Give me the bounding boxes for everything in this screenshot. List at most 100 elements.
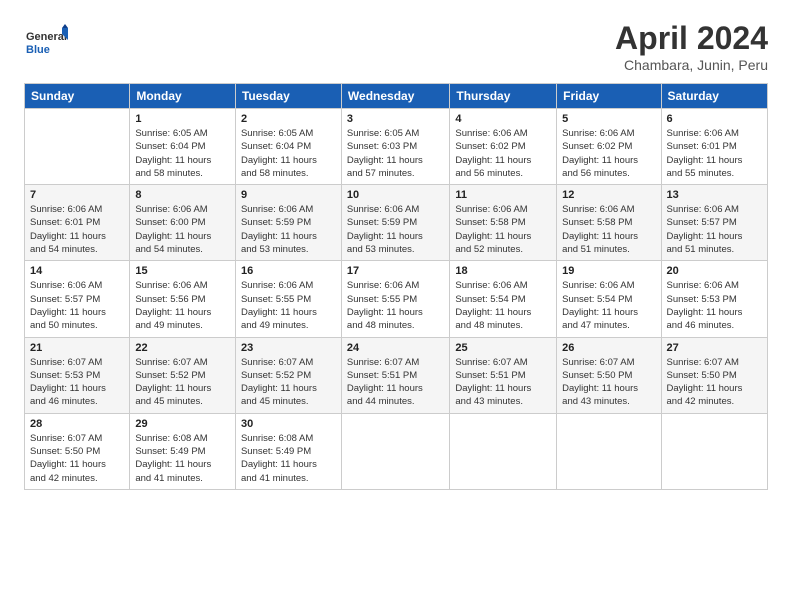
calendar-header-row: Sunday Monday Tuesday Wednesday Thursday… [25,84,768,109]
day-info: Sunrise: 6:05 AMSunset: 6:04 PMDaylight:… [241,127,336,180]
day-info: Sunrise: 6:06 AMSunset: 5:59 PMDaylight:… [347,203,444,256]
header-monday: Monday [130,84,236,109]
calendar-cell: 12 Sunrise: 6:06 AMSunset: 5:58 PMDayligh… [557,185,661,261]
day-number: 18 [455,265,551,277]
header-tuesday: Tuesday [235,84,341,109]
day-number: 12 [562,189,655,201]
day-number: 24 [347,342,444,354]
header-thursday: Thursday [450,84,557,109]
day-info: Sunrise: 6:06 AMSunset: 5:59 PMDaylight:… [241,203,336,256]
calendar-week-2: 7 Sunrise: 6:06 AMSunset: 6:01 PMDaylight… [25,185,768,261]
calendar-cell: 14Sunrise: 6:06 AMSunset: 5:57 PMDayligh… [25,261,130,337]
calendar-week-1: 1 Sunrise: 6:05 AMSunset: 6:04 PMDaylight… [25,109,768,185]
day-info: Sunrise: 6:07 AMSunset: 5:50 PMDaylight:… [562,356,655,409]
day-number: 3 [347,113,444,125]
day-info: Sunrise: 6:08 AMSunset: 5:49 PMDaylight:… [135,432,230,485]
day-info: Sunrise: 6:06 AMSunset: 5:58 PMDaylight:… [562,203,655,256]
day-number: 21 [30,342,124,354]
day-info: Sunrise: 6:06 AMSunset: 5:56 PMDaylight:… [135,279,230,332]
header: General Blue April 2024 Chambara, Junin,… [24,20,768,73]
calendar-cell [341,413,449,489]
day-info: Sunrise: 6:07 AMSunset: 5:50 PMDaylight:… [667,356,762,409]
calendar-cell: 20 Sunrise: 6:06 AMSunset: 5:53 PMDayligh… [661,261,767,337]
day-info: Sunrise: 6:06 AMSunset: 5:53 PMDaylight:… [667,279,762,332]
calendar-cell: 15 Sunrise: 6:06 AMSunset: 5:56 PMDayligh… [130,261,236,337]
day-info: Sunrise: 6:06 AMSunset: 6:01 PMDaylight:… [30,203,124,256]
day-info: Sunrise: 6:05 AMSunset: 6:04 PMDaylight:… [135,127,230,180]
day-info: Sunrise: 6:06 AMSunset: 5:55 PMDaylight:… [347,279,444,332]
day-number: 28 [30,418,124,430]
day-info: Sunrise: 6:05 AMSunset: 6:03 PMDaylight:… [347,127,444,180]
header-friday: Friday [557,84,661,109]
calendar-cell: 8Sunrise: 6:06 AMSunset: 6:00 PMDaylight… [130,185,236,261]
page: General Blue April 2024 Chambara, Junin,… [0,0,792,612]
day-info: Sunrise: 6:07 AMSunset: 5:51 PMDaylight:… [347,356,444,409]
day-info: Sunrise: 6:07 AMSunset: 5:51 PMDaylight:… [455,356,551,409]
calendar-cell: 9Sunrise: 6:06 AMSunset: 5:59 PMDaylight… [235,185,341,261]
day-number: 15 [135,265,230,277]
day-number: 27 [667,342,762,354]
calendar-cell: 23 Sunrise: 6:07 AMSunset: 5:52 PMDayligh… [235,337,341,413]
title-area: April 2024 Chambara, Junin, Peru [615,20,768,73]
calendar-cell: 17 Sunrise: 6:06 AMSunset: 5:55 PMDayligh… [341,261,449,337]
day-number: 16 [241,265,336,277]
subtitle: Chambara, Junin, Peru [615,57,768,73]
day-info: Sunrise: 6:06 AMSunset: 6:02 PMDaylight:… [455,127,551,180]
day-info: Sunrise: 6:06 AMSunset: 5:55 PMDaylight:… [241,279,336,332]
day-number: 23 [241,342,336,354]
day-info: Sunrise: 6:07 AMSunset: 5:52 PMDaylight:… [135,356,230,409]
calendar-cell: 30Sunrise: 6:08 AMSunset: 5:49 PMDayligh… [235,413,341,489]
calendar-cell [450,413,557,489]
day-info: Sunrise: 6:07 AMSunset: 5:52 PMDaylight:… [241,356,336,409]
day-info: Sunrise: 6:06 AMSunset: 5:54 PMDaylight:… [455,279,551,332]
calendar-cell [557,413,661,489]
day-number: 20 [667,265,762,277]
day-info: Sunrise: 6:07 AMSunset: 5:53 PMDaylight:… [30,356,124,409]
day-number: 5 [562,113,655,125]
day-number: 22 [135,342,230,354]
header-wednesday: Wednesday [341,84,449,109]
day-number: 8 [135,189,230,201]
calendar-cell: 7 Sunrise: 6:06 AMSunset: 6:01 PMDaylight… [25,185,130,261]
day-number: 6 [667,113,762,125]
calendar-cell: 5Sunrise: 6:06 AMSunset: 6:02 PMDaylight… [557,109,661,185]
day-number: 30 [241,418,336,430]
calendar-cell: 2 Sunrise: 6:05 AMSunset: 6:04 PMDaylight… [235,109,341,185]
calendar-cell: 22 Sunrise: 6:07 AMSunset: 5:52 PMDayligh… [130,337,236,413]
header-sunday: Sunday [25,84,130,109]
day-number: 4 [455,113,551,125]
calendar-cell: 26Sunrise: 6:07 AMSunset: 5:50 PMDayligh… [557,337,661,413]
day-number: 17 [347,265,444,277]
calendar-cell: 3 Sunrise: 6:05 AMSunset: 6:03 PMDaylight… [341,109,449,185]
calendar-cell: 10Sunrise: 6:06 AMSunset: 5:59 PMDayligh… [341,185,449,261]
day-number: 13 [667,189,762,201]
day-info: Sunrise: 6:06 AMSunset: 5:57 PMDaylight:… [667,203,762,256]
day-info: Sunrise: 6:06 AMSunset: 5:54 PMDaylight:… [562,279,655,332]
calendar-cell: 29Sunrise: 6:08 AMSunset: 5:49 PMDayligh… [130,413,236,489]
svg-text:Blue: Blue [26,44,50,56]
calendar-cell: 1 Sunrise: 6:05 AMSunset: 6:04 PMDaylight… [130,109,236,185]
logo: General Blue [24,20,68,69]
calendar-cell [661,413,767,489]
logo-icon: General Blue [24,20,68,64]
day-number: 25 [455,342,551,354]
calendar-cell: 11Sunrise: 6:06 AMSunset: 5:58 PMDayligh… [450,185,557,261]
day-number: 19 [562,265,655,277]
calendar-cell: 16 Sunrise: 6:06 AMSunset: 5:55 PMDayligh… [235,261,341,337]
calendar-cell [25,109,130,185]
day-number: 7 [30,189,124,201]
day-number: 2 [241,113,336,125]
day-number: 14 [30,265,124,277]
day-info: Sunrise: 6:06 AMSunset: 6:01 PMDaylight:… [667,127,762,180]
svg-text:General: General [26,31,67,43]
calendar-cell: 19 Sunrise: 6:06 AMSunset: 5:54 PMDayligh… [557,261,661,337]
month-title: April 2024 [615,20,768,57]
day-number: 1 [135,113,230,125]
calendar-cell: 21 Sunrise: 6:07 AMSunset: 5:53 PMDayligh… [25,337,130,413]
header-saturday: Saturday [661,84,767,109]
calendar-cell: 6 Sunrise: 6:06 AMSunset: 6:01 PMDaylight… [661,109,767,185]
calendar-week-5: 28Sunrise: 6:07 AMSunset: 5:50 PMDayligh… [25,413,768,489]
calendar-cell: 28Sunrise: 6:07 AMSunset: 5:50 PMDayligh… [25,413,130,489]
calendar-cell: 27 Sunrise: 6:07 AMSunset: 5:50 PMDayligh… [661,337,767,413]
calendar-week-4: 21 Sunrise: 6:07 AMSunset: 5:53 PMDayligh… [25,337,768,413]
